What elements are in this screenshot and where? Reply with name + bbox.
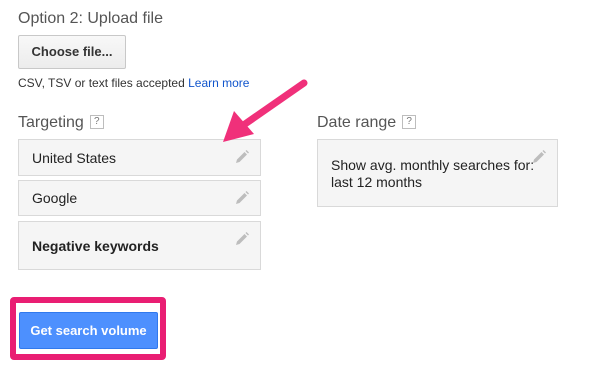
- upload-section-title: Option 2: Upload file: [18, 10, 163, 27]
- negative-keywords-card[interactable]: Negative keywords: [18, 221, 261, 270]
- accepted-files-text: CSV, TSV or text files accepted: [18, 76, 185, 90]
- targeting-section-title: Targeting?: [18, 114, 104, 132]
- date-range-section-title: Date range?: [317, 114, 417, 132]
- network-value: Google: [32, 190, 78, 206]
- help-icon[interactable]: ?: [402, 114, 417, 129]
- pencil-icon[interactable]: [531, 149, 547, 165]
- negative-keywords-label: Negative keywords: [32, 238, 159, 254]
- get-search-volume-button[interactable]: Get search volume: [19, 312, 158, 349]
- pencil-icon[interactable]: [234, 190, 250, 206]
- help-icon[interactable]: ?: [89, 114, 104, 129]
- location-value: United States: [32, 150, 117, 166]
- targeting-title-text: Targeting: [18, 114, 84, 131]
- date-range-card[interactable]: Show avg. monthly searches for: last 12 …: [317, 139, 558, 207]
- pencil-icon[interactable]: [234, 231, 250, 247]
- network-targeting-card[interactable]: Google: [18, 180, 261, 216]
- annotation-arrow-icon: [223, 79, 308, 142]
- date-range-title-text: Date range: [317, 114, 397, 131]
- date-range-value: Show avg. monthly searches for: last 12 …: [331, 157, 535, 190]
- choose-file-button[interactable]: Choose file...: [18, 35, 126, 69]
